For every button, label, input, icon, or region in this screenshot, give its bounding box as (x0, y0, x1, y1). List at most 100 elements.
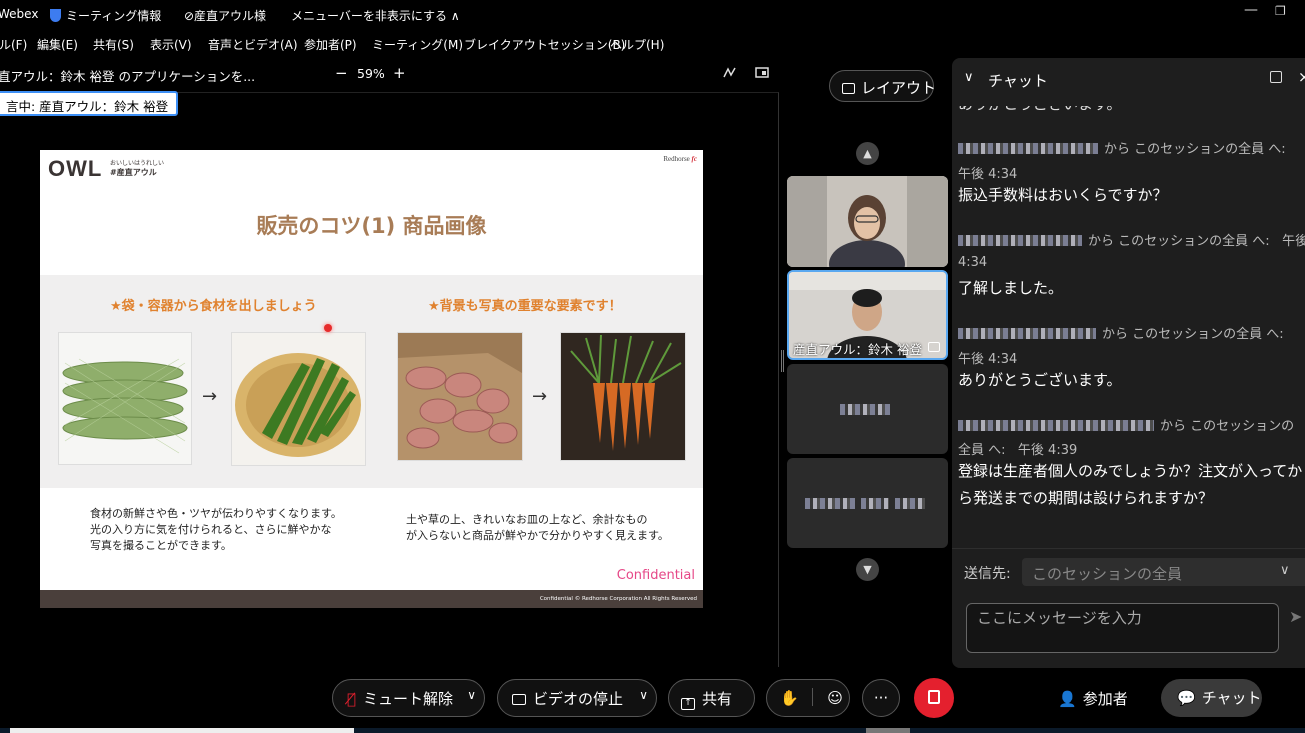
layout-icon (842, 83, 855, 94)
stop-video-button[interactable]: ビデオの停止 ∨ (497, 679, 657, 717)
confidential-label: Confidential (616, 568, 695, 583)
popout-icon[interactable] (1270, 71, 1282, 83)
share-button[interactable]: ↑ 共有 (668, 679, 755, 717)
okra-basket-photo (231, 332, 366, 466)
carrots-soil-photo (560, 332, 686, 461)
layout-button[interactable]: レイアウト (829, 70, 936, 102)
scroll-down-button[interactable]: ▼ (856, 558, 879, 581)
emoji-icon[interactable]: ☺ (827, 689, 843, 707)
raise-hand-icon[interactable]: ✋ (780, 689, 799, 707)
participant-tile-1[interactable] (787, 176, 948, 267)
left-heading: ★袋・容器から食材を出しましょう (110, 299, 317, 314)
chevron-down-icon: ∨ (1280, 563, 1290, 578)
chat-message-time: 午後 4:34 (958, 352, 1018, 367)
menu-edit[interactable]: 編集(E) (37, 36, 78, 53)
menu-share[interactable]: 共有(S) (93, 36, 134, 53)
chat-divider (952, 548, 1305, 549)
participants-button[interactable]: 👤 参加者 (1058, 688, 1128, 709)
chat-bubble-icon: 💬 (1177, 689, 1196, 707)
arrow-icon: → (532, 386, 548, 407)
sweet-potato-box-photo (397, 332, 523, 461)
arrow-icon: → (202, 386, 218, 407)
send-icon[interactable]: ➤ (1289, 607, 1302, 626)
leave-icon (928, 690, 940, 704)
more-button[interactable]: ··· (862, 679, 900, 717)
menu-view[interactable]: 表示(V) (150, 36, 192, 53)
send-to-select[interactable]: このセッションの全員 ∨ (1022, 558, 1305, 586)
chat-message-time: 全員 へ: 午後 4:39 (958, 443, 1078, 458)
chevron-down-icon[interactable]: ∨ (467, 688, 476, 702)
hide-menubar-button[interactable]: メニューバーを非表示にする ∧ (291, 7, 460, 24)
collapse-chevron-icon[interactable]: ∨ (964, 70, 974, 85)
chat-message-time: 午後 4:34 (958, 167, 1018, 182)
chevron-down-icon[interactable]: ∨ (639, 688, 648, 702)
leave-meeting-button[interactable] (914, 678, 954, 718)
close-icon[interactable]: × (1298, 68, 1305, 86)
app-name: Webex (0, 7, 39, 21)
taskbar-edge (0, 728, 1305, 733)
restore-button[interactable]: ❐ (1275, 4, 1286, 18)
chat-button[interactable]: 💬 チャット (1161, 679, 1262, 717)
menu-file[interactable]: ル(F) (0, 36, 27, 53)
chat-message-text: 了解しました。 (958, 279, 1064, 297)
screen-share-icon (928, 342, 940, 352)
active-speaker-tag: 言中: 産直アウル：鈴木 裕登 (0, 91, 179, 116)
person-icon: 👤 (1058, 690, 1077, 708)
participant-name-redacted (787, 404, 948, 417)
panel-splitter[interactable] (781, 350, 784, 372)
scroll-up-button[interactable]: ▲ (856, 142, 879, 165)
host-label: ⊘産直アウル様 (184, 9, 267, 23)
laser-pointer (324, 324, 332, 332)
slide-title: 販売のコツ(1) 商品画像 (256, 214, 487, 238)
logo-subtitle: おいしいはうれしい #産直アウル (110, 160, 165, 177)
reactions-group: ✋ ☺ (766, 679, 850, 717)
share-source-label: 直アウル：鈴木 裕登 のアプリケーションを... (0, 69, 256, 84)
chat-message-meta: から このセッションの全員 へ: (958, 138, 1286, 157)
chat-message-text: ありがとうございます。 (958, 371, 1122, 389)
menu-breakout[interactable]: ブレイクアウトセッション(B) (464, 36, 625, 53)
presentation-slide: OWL おいしいはうれしい #産直アウル Redhorse fc 販売のコツ(1)… (40, 150, 703, 608)
chat-message-meta: から このセッションの全員 へ: 午後 (958, 230, 1305, 249)
share-options-icon[interactable] (754, 65, 770, 84)
chat-header: ∨ チャット × (952, 58, 1305, 98)
participant-tile-4[interactable] (787, 458, 948, 548)
chat-message-meta: から このセッションの全員 へ: (958, 323, 1284, 342)
send-to-label: 送信先: (964, 566, 1011, 582)
right-description: 土や草の上、きれいなお皿の上など、余計なもの が入らないと商品が鮮やかで分かりやす… (406, 513, 669, 542)
redhorse-logo: Redhorse fc (663, 155, 697, 163)
meeting-info-button[interactable]: ミーティング情報 (50, 7, 161, 24)
share-icon: ↑ (681, 698, 695, 710)
title-bar: Webex ミーティング情報 ⊘産直アウル様 メニューバーを非表示にする ∧ —… (0, 0, 1305, 30)
unmute-button[interactable]: 🎙̸ ミュート解除 ∨ (332, 679, 485, 717)
slide-footer: Confidential © Redhorse Corporation All … (40, 590, 703, 608)
chat-message-text: ら発送までの期間は設けられますか？ (958, 489, 1214, 507)
participant-name-redacted (787, 498, 948, 511)
zoom-level: 59% (357, 66, 385, 81)
okra-bagged-photo (58, 332, 192, 465)
chat-message-time: 4:34 (958, 255, 988, 270)
annotate-icon[interactable] (722, 65, 738, 84)
chat-message-text: 振込手数料はおいくらですか？ (958, 186, 1168, 204)
menu-bar: ル(F) 編集(E) 共有(S) 表示(V) 音声とビデオ(A) 参加者(P) … (0, 32, 1305, 56)
left-description: 食材の新鮮さや色・ツヤが伝わりやすくなります。 光の入り方に気を付けられると、さら… (90, 507, 342, 552)
divider (812, 688, 814, 706)
participant-tile-2[interactable]: 産直アウル：鈴木 裕登 (787, 270, 948, 360)
participant-tile-3[interactable] (787, 364, 948, 454)
chat-panel: ∨ チャット × ありがとうございます。 から このセッションの全員 へ: 午後… (952, 58, 1305, 668)
meeting-toolbar: 🎙̸ ミュート解除 ∨ ビデオの停止 ∨ ↑ 共有 ✋ ☺ ··· 👤 参加者 💬 チャ… (0, 668, 1305, 733)
menu-meeting[interactable]: ミーティング(M) (372, 36, 463, 53)
minimize-button[interactable]: — (1244, 2, 1258, 18)
share-toolbar: 直アウル：鈴木 裕登 のアプリケーションを... − 59% + (0, 62, 780, 88)
chat-message-input[interactable]: ここにメッセージを入力 (966, 603, 1279, 653)
menu-audio-video[interactable]: 音声とビデオ(A) (208, 36, 298, 53)
participant-video (787, 176, 948, 267)
chat-message-meta: から このセッションの (958, 415, 1294, 434)
menu-participants[interactable]: 参加者(P) (304, 36, 357, 53)
owl-logo: OWL (48, 156, 103, 181)
menu-help[interactable]: ヘルプ(H) (610, 36, 664, 53)
zoom-in-button[interactable]: + (393, 64, 406, 82)
right-heading: ★背景も写真の重要な要素です！ (428, 299, 622, 314)
chat-title: チャット (988, 72, 1048, 90)
participant-name-label: 産直アウル：鈴木 裕登 (793, 342, 922, 357)
zoom-out-button[interactable]: − (335, 64, 348, 82)
